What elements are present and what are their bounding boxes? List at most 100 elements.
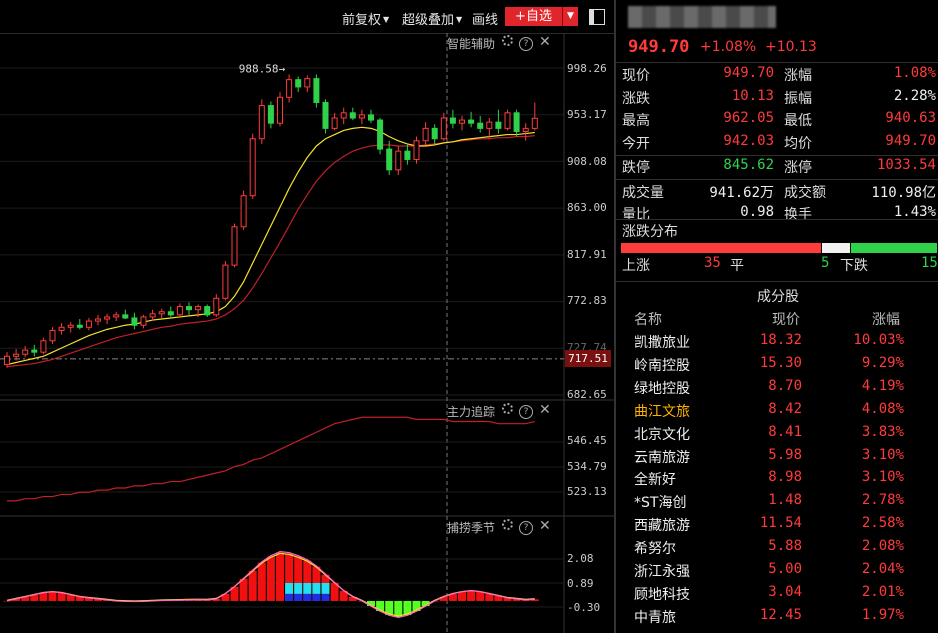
col-change-header[interactable]: 涨幅 bbox=[872, 309, 900, 329]
stock-name: 云南旅游 bbox=[634, 449, 690, 466]
candle-body bbox=[377, 119, 384, 150]
candle-body bbox=[122, 314, 129, 319]
candle-body bbox=[167, 311, 174, 316]
col-price-header[interactable]: 现价 bbox=[772, 309, 800, 329]
season-bar bbox=[458, 591, 466, 601]
sub1-tick-label: 523.13 bbox=[567, 485, 607, 498]
y-tick-label: 817.91 bbox=[567, 248, 607, 261]
close-icon[interactable]: ✕ bbox=[539, 403, 551, 417]
component-row[interactable]: 浙江永强 5.00 2.04% bbox=[616, 561, 938, 584]
quote-row: 涨跌 10.13 振幅 2.28% bbox=[616, 88, 938, 110]
candle-body bbox=[404, 150, 411, 160]
distribution-title: 涨跌分布 bbox=[622, 224, 678, 240]
quote-value: 962.05 bbox=[723, 110, 774, 126]
sub1-panel-title: 主力追踪 bbox=[447, 405, 496, 419]
component-row[interactable]: 中青旅 12.45 1.97% bbox=[616, 607, 938, 630]
add-favorite-button[interactable]: +自选 bbox=[505, 7, 562, 26]
sub2-panel-tools: ? ✕ bbox=[496, 519, 551, 535]
close-icon[interactable]: ✕ bbox=[539, 35, 551, 49]
layout-toggle-icon[interactable] bbox=[589, 9, 605, 25]
quote-label: 今开 bbox=[622, 135, 650, 152]
current-price: 949.70 bbox=[628, 37, 690, 57]
component-row[interactable]: 岭南控股 15.30 9.29% bbox=[616, 355, 938, 378]
chart-toolbar: 前复权 ▼ 超级叠加 ▼ 画线 +自选 ▼ bbox=[0, 0, 614, 34]
candle-body bbox=[504, 112, 511, 129]
candle-body bbox=[431, 127, 438, 140]
gear-icon[interactable] bbox=[502, 403, 513, 414]
candle-body bbox=[113, 314, 120, 318]
candle-body bbox=[531, 117, 538, 129]
season-bar-highlight bbox=[312, 593, 321, 601]
quote-row: 现价 949.70 涨幅 1.08% bbox=[616, 65, 938, 87]
col-name-header[interactable]: 名称 bbox=[634, 309, 662, 329]
candle-body bbox=[58, 326, 65, 331]
draw-line-button[interactable]: 画线 bbox=[472, 9, 498, 28]
component-row[interactable]: *ST海创 1.48 2.78% bbox=[616, 492, 938, 515]
stock-name: *ST海创 bbox=[634, 495, 687, 512]
component-row[interactable]: 西藏旅游 11.54 2.58% bbox=[616, 515, 938, 538]
stock-price: 1.48 bbox=[768, 492, 802, 509]
candle-body bbox=[522, 127, 529, 132]
candle-body bbox=[413, 140, 420, 160]
stock-name: 顾地科技 bbox=[634, 586, 690, 603]
stock-change: 2.08% bbox=[861, 538, 904, 555]
help-icon[interactable]: ? bbox=[519, 521, 533, 535]
season-bar bbox=[239, 578, 248, 601]
help-icon[interactable]: ? bbox=[519, 37, 533, 51]
quote-label: 现价 bbox=[622, 68, 650, 84]
stock-name: 浙江永强 bbox=[634, 564, 690, 580]
candle-body bbox=[131, 317, 138, 326]
season-bar bbox=[257, 562, 266, 601]
season-bar-highlight bbox=[303, 593, 312, 601]
component-row[interactable]: 全新好 8.98 3.10% bbox=[616, 469, 938, 492]
stock-price: 3.04 bbox=[768, 583, 802, 600]
y-tick-label: 682.65 bbox=[567, 388, 607, 401]
component-row[interactable]: 凯撒旅业 18.32 10.03% bbox=[616, 332, 938, 355]
candle-body bbox=[477, 122, 484, 129]
candle-body bbox=[258, 105, 265, 140]
component-row[interactable]: 曲江文旅 8.42 4.08% bbox=[616, 401, 938, 424]
candle-body bbox=[49, 329, 56, 342]
stock-name: 北京文化 bbox=[634, 426, 690, 443]
component-row[interactable]: 云南旅游 5.98 3.10% bbox=[616, 447, 938, 470]
stock-change: 2.78% bbox=[861, 492, 904, 509]
candle-body bbox=[277, 96, 283, 124]
season-bar bbox=[266, 556, 275, 601]
season-bar-highlight bbox=[285, 593, 294, 601]
current-price-tag: 717.51 bbox=[565, 350, 611, 367]
stock-change: 1.97% bbox=[861, 606, 904, 623]
candle-body bbox=[395, 150, 402, 171]
main-force-line bbox=[7, 416, 535, 502]
candle-body bbox=[104, 316, 111, 320]
quote-row: 成交量 941.62万 成交额 110.98亿 bbox=[616, 182, 938, 204]
gear-icon[interactable] bbox=[502, 35, 513, 46]
stock-name-blurred bbox=[628, 6, 776, 28]
stock-price: 5.00 bbox=[768, 561, 802, 577]
candle-body bbox=[286, 79, 293, 98]
quote-value: 1.43% bbox=[893, 204, 936, 220]
caret-down-icon: ▼ bbox=[383, 15, 390, 24]
season-bar-highlight bbox=[312, 583, 321, 594]
close-icon[interactable]: ✕ bbox=[539, 519, 551, 533]
kline-chart[interactable]: 988.58→ bbox=[0, 33, 614, 633]
ma-slow-line bbox=[6, 135, 535, 368]
candle-body bbox=[295, 79, 302, 88]
season-bar bbox=[394, 600, 403, 618]
candle-body bbox=[422, 127, 429, 142]
gear-icon[interactable] bbox=[502, 519, 513, 530]
candle-body bbox=[267, 105, 274, 124]
component-row[interactable]: 希努尔 5.88 2.08% bbox=[616, 538, 938, 561]
dist-down-count: 15 bbox=[921, 255, 938, 271]
component-row[interactable]: 顾地科技 3.04 2.01% bbox=[616, 584, 938, 607]
season-bar bbox=[476, 591, 485, 601]
component-row[interactable]: 北京文化 8.41 3.83% bbox=[616, 424, 938, 447]
candle-body bbox=[459, 119, 465, 124]
super-overlay-dropdown[interactable]: 超级叠加 ▼ bbox=[402, 9, 462, 28]
help-icon[interactable]: ? bbox=[519, 405, 533, 419]
component-row[interactable]: 绿地控股 8.70 4.19% bbox=[616, 378, 938, 401]
adjust-mode-dropdown[interactable]: 前复权 ▼ bbox=[342, 9, 389, 28]
stock-price: 5.88 bbox=[768, 538, 802, 555]
favorite-dropdown-icon[interactable]: ▼ bbox=[562, 7, 578, 26]
main-panel-tools: ? ✕ bbox=[496, 35, 551, 51]
stock-price: 5.98 bbox=[768, 446, 802, 463]
